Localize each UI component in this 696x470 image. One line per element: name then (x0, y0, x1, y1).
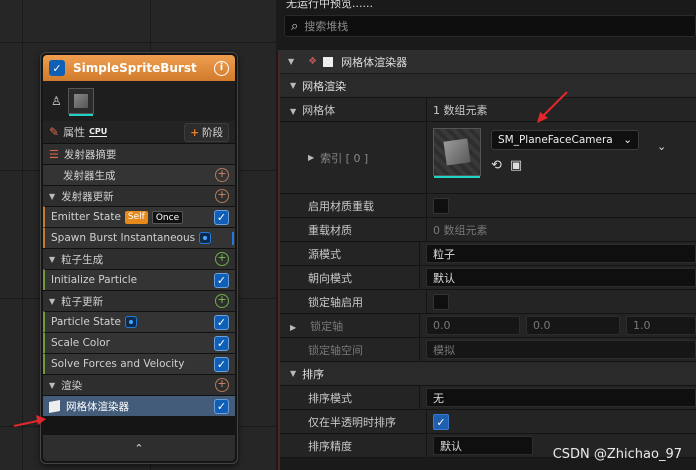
module-enable-checkbox[interactable]: ✓ (214, 272, 229, 288)
brush-icon: ✎ (49, 125, 60, 139)
render-section[interactable]: ▼ 渲染 + (43, 374, 235, 395)
collapse-icon[interactable]: ▼ (49, 255, 55, 264)
axis-x-field[interactable]: 0.0 (426, 316, 520, 335)
prop-source-mode: 源模式 粒子 (280, 242, 696, 266)
prop-facing-mode: 朝向模式 默认 (280, 266, 696, 290)
source-mode-combo[interactable]: 粒子 (426, 244, 696, 263)
prop-locked-axis: ▶ 锁定轴 0.0 0.0 1.0 (280, 314, 696, 338)
axis-y-field[interactable]: 0.0 (526, 316, 620, 335)
collapse-icon[interactable]: ▼ (49, 381, 55, 390)
annotation-arrow-top (537, 91, 568, 123)
node-tabs: ✎ 属性 CPU + 阶段 (43, 121, 235, 143)
use-selected-icon[interactable]: ⟲ (491, 158, 502, 173)
prop-override-materials: 重载材质 0 数组元素 (280, 218, 696, 242)
prop-sort-only-translucent: 仅在半透明时排序 ✓ (280, 410, 696, 434)
expand-icon[interactable]: ▶ (290, 323, 296, 332)
sort-mode-combo[interactable]: 无 (426, 388, 696, 407)
preview-status: 无运行中预览...... (276, 0, 696, 14)
once-badge: Once (151, 210, 184, 224)
prop-locked-axis-enable: 锁定轴启用 (280, 290, 696, 314)
details-panel: 无运行中预览...... ⌕ 搜索堆栈 ▼ ❖ 网格体渲染器 ▼ 网格渲染 ▼ 网… (276, 0, 696, 470)
node-graph[interactable]: ✓ SimpleSpriteBurst i ♙ ✎ 属性 CPU + 阶段 ☰ 发… (0, 0, 276, 470)
add-module-icon[interactable]: + (215, 252, 229, 266)
add-stage-button[interactable]: + 阶段 (184, 122, 229, 142)
add-renderer-icon[interactable]: + (215, 378, 229, 392)
emitter-icon: ❖ (308, 56, 318, 67)
module-enable-checkbox[interactable]: ✓ (214, 314, 229, 330)
chevron-down-icon[interactable]: ⌄ (657, 140, 666, 153)
list-icon: ☰ (49, 147, 59, 161)
browse-icon[interactable]: ▣ (510, 158, 522, 173)
search-icon: ⌕ (291, 18, 299, 34)
particle-spawn-section[interactable]: ▼ 粒子生成 + (43, 248, 235, 269)
chevron-up-icon: ⌃ (134, 441, 144, 455)
add-module-icon[interactable]: + (215, 294, 229, 308)
module-enable-checkbox[interactable]: ✓ (214, 356, 229, 372)
renderer-header[interactable]: ▼ ❖ 网格体渲染器 (280, 50, 696, 74)
module-enable-checkbox[interactable]: ✓ (214, 335, 229, 351)
emitter-summary-row[interactable]: ☰ 发射器摘要 (43, 143, 235, 164)
module-spawn-burst[interactable]: Spawn Burst Instantaneous (43, 227, 235, 248)
mesh-thumbnail[interactable] (433, 128, 481, 178)
mesh-index-row: ▶ 索引 [ 0 ] SM_PlaneFaceCamera ⌄ ⟲ ▣ ⌄ (280, 91, 696, 194)
collapse-icon[interactable]: ▼ (49, 192, 55, 201)
facing-mode-combo[interactable]: 默认 (426, 268, 696, 287)
sort-category[interactable]: ▼ 排序 (280, 362, 696, 386)
collapse-icon[interactable]: ▼ (288, 57, 294, 66)
property-list: ▼ ❖ 网格体渲染器 ▼ 网格渲染 ▼ 网格体 1 数组元素 ▶ 索引 [ 0 ] … (278, 50, 696, 470)
properties-tab[interactable]: 属性 (63, 124, 85, 140)
collapse-icon[interactable]: ▼ (290, 369, 296, 378)
emitter-enable-checkbox[interactable]: ✓ (49, 60, 65, 76)
collapse-icon[interactable]: ▼ (49, 297, 55, 306)
node-title: SimpleSpriteBurst (73, 61, 197, 75)
prop-locked-axis-space: 锁定轴空间 模拟 (280, 338, 696, 362)
collapse-icon[interactable]: ▼ (290, 81, 296, 90)
info-icon[interactable]: i (214, 60, 229, 76)
checkbox[interactable]: ✓ (433, 413, 449, 430)
emitter-update-section[interactable]: ▼ 发射器更新 + (43, 185, 235, 206)
chevron-down-icon: ⌄ (623, 134, 632, 146)
person-icon: ♙ (51, 94, 62, 108)
renderer-enable-checkbox[interactable]: ✓ (214, 398, 229, 414)
node-thumbs: ♙ (43, 81, 235, 121)
checkbox[interactable] (433, 293, 449, 310)
watermark: CSDN @Zhichao_97 (552, 447, 682, 462)
collapse-icon[interactable]: ▼ (290, 107, 296, 116)
module-enable-checkbox[interactable]: ✓ (214, 209, 229, 225)
sort-precision-combo[interactable]: 默认 (433, 436, 533, 455)
mesh-render-category[interactable]: ▼ 网格渲染 (280, 74, 696, 98)
prop-sort-mode: 排序模式 无 (280, 386, 696, 410)
dependency-icon (199, 232, 212, 244)
module-solve-forces[interactable]: Solve Forces and Velocity ✓ (43, 353, 235, 374)
self-badge: Self (124, 210, 148, 224)
cpu-label: CPU (89, 127, 108, 137)
emitter-spawn-row[interactable]: 发射器生成 + (43, 164, 235, 185)
stack-search-input[interactable]: ⌕ 搜索堆栈 (284, 15, 696, 37)
module-initialize-particle[interactable]: Initialize Particle ✓ (43, 269, 235, 290)
particle-update-section[interactable]: ▼ 粒子更新 + (43, 290, 235, 311)
prop-enable-material-override: 启用材质重载 (280, 194, 696, 218)
checkbox[interactable] (433, 197, 449, 214)
meshes-row: ▼ 网格体 1 数组元素 (280, 98, 696, 122)
expand-icon: ▶ (308, 153, 315, 162)
axis-space-combo[interactable]: 模拟 (426, 340, 696, 359)
cube-icon (49, 399, 60, 413)
add-module-icon[interactable]: + (215, 189, 229, 203)
emitter-thumbnail[interactable] (67, 88, 94, 116)
annotation-arrow-left (13, 415, 46, 427)
add-module-icon[interactable]: + (215, 168, 229, 182)
module-emitter-state[interactable]: Emitter State Self Once ✓ (43, 206, 235, 227)
dependency-icon (124, 316, 137, 328)
cube-icon (323, 56, 334, 67)
emitter-node[interactable]: ✓ SimpleSpriteBurst i ♙ ✎ 属性 CPU + 阶段 ☰ 发… (40, 52, 238, 464)
mesh-renderer-item[interactable]: 网格体渲染器 ✓ (43, 395, 235, 416)
axis-z-field[interactable]: 1.0 (626, 316, 696, 335)
module-scale-color[interactable]: Scale Color ✓ (43, 332, 235, 353)
mesh-asset-combo[interactable]: SM_PlaneFaceCamera ⌄ (491, 130, 639, 150)
node-header[interactable]: ✓ SimpleSpriteBurst i (43, 55, 235, 81)
module-particle-state[interactable]: Particle State ✓ (43, 311, 235, 332)
collapse-node-button[interactable]: ⌃ (43, 435, 235, 461)
